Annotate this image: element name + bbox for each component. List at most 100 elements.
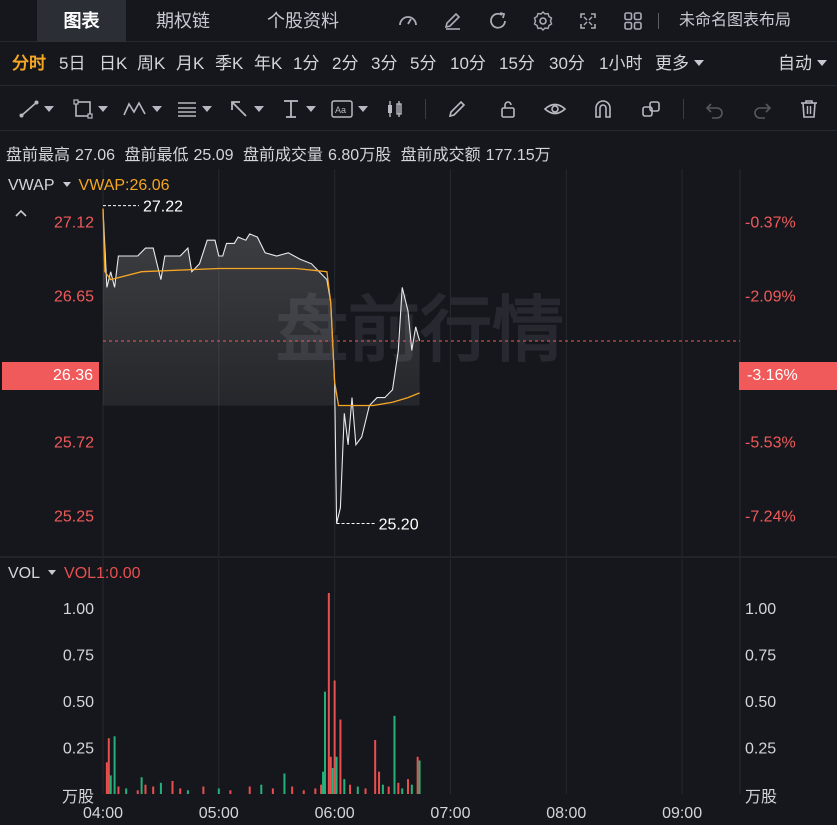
undo-icon bbox=[705, 103, 723, 119]
period-10min[interactable]: 10分 bbox=[450, 42, 486, 86]
period-more-dropdown[interactable]: 更多 bbox=[655, 42, 704, 86]
grid-layout-icon[interactable] bbox=[610, 0, 655, 42]
percent-axis-tick: -7.24% bbox=[745, 509, 796, 526]
premarket-volume-value: 6.80万股 bbox=[328, 147, 392, 164]
tab-option-chain[interactable]: 期权链 bbox=[138, 0, 228, 42]
chevron-down-icon bbox=[254, 106, 264, 112]
period-bar: 分时 5日 日K 周K 月K 季K 年K 1分 2分 3分 5分 10分 15分… bbox=[0, 42, 837, 86]
volume-bar bbox=[416, 756, 419, 794]
volume-bar bbox=[393, 715, 396, 794]
period-1hour[interactable]: 1小时 bbox=[599, 42, 642, 86]
undo-button[interactable] bbox=[704, 87, 726, 131]
edit-icon[interactable] bbox=[430, 0, 475, 42]
volume-bar bbox=[186, 790, 189, 794]
toolbar-divider bbox=[683, 99, 684, 119]
volume-axis-tick: 0.25 bbox=[63, 740, 94, 757]
chevron-down-icon bbox=[358, 106, 368, 112]
delete-drawings-button[interactable] bbox=[798, 87, 820, 131]
vwap-indicator-label[interactable]: VWAP VWAP:26.06 bbox=[8, 177, 170, 195]
period-5day[interactable]: 5日 bbox=[59, 42, 85, 86]
period-daily-k[interactable]: 日K bbox=[99, 42, 127, 86]
link-drawings-button[interactable] bbox=[640, 87, 662, 131]
chevron-down-icon bbox=[817, 60, 827, 66]
link-icon bbox=[642, 101, 660, 117]
volume-bar bbox=[302, 790, 305, 794]
volume-bar bbox=[314, 788, 317, 794]
gauge-icon[interactable] bbox=[385, 0, 430, 42]
period-15min[interactable]: 15分 bbox=[499, 42, 535, 86]
measure-icon bbox=[284, 100, 298, 118]
volume-bar bbox=[217, 788, 220, 794]
time-axis-label: 07:00 bbox=[430, 805, 470, 822]
magnet-button[interactable] bbox=[592, 87, 614, 131]
text-annotation-tool[interactable]: Aa bbox=[330, 87, 368, 131]
period-1min[interactable]: 1分 bbox=[293, 42, 319, 86]
volume-bar bbox=[248, 786, 251, 794]
trend-line-icon bbox=[19, 100, 39, 118]
volume-bar bbox=[260, 784, 263, 794]
tab-stock-profile[interactable]: 个股资料 bbox=[250, 0, 356, 42]
tab-chart[interactable]: 图表 bbox=[37, 0, 126, 42]
period-3min[interactable]: 3分 bbox=[371, 42, 397, 86]
volume-axis-tick-right: 0.75 bbox=[745, 647, 776, 664]
period-2min[interactable]: 2分 bbox=[332, 42, 358, 86]
pencil-tool[interactable] bbox=[446, 87, 468, 131]
eye-icon bbox=[543, 103, 567, 115]
volume-bar bbox=[335, 756, 338, 794]
current-change-tag: -3.16% bbox=[739, 362, 837, 390]
layout-name-button[interactable]: 未命名图表布局 bbox=[679, 0, 791, 42]
settings-icon[interactable] bbox=[520, 0, 565, 42]
price-axis-tick: 25.25 bbox=[54, 509, 94, 526]
wave-pattern-tool[interactable] bbox=[122, 87, 162, 131]
scale-auto-dropdown[interactable]: 自动 bbox=[778, 42, 827, 86]
volume-bar bbox=[136, 790, 139, 794]
volume-bar bbox=[349, 784, 352, 794]
redo-button[interactable] bbox=[751, 87, 773, 131]
low-marker-label: 25.20 bbox=[379, 517, 419, 534]
volume-bar bbox=[364, 788, 367, 794]
lock-drawings-button[interactable] bbox=[497, 87, 519, 131]
volume-axis-tick-right: 1.00 bbox=[745, 601, 776, 618]
pencil-icon bbox=[448, 100, 466, 118]
chevron-down-icon bbox=[694, 60, 704, 66]
fibonacci-tool[interactable] bbox=[176, 87, 212, 131]
toggle-visibility-button[interactable] bbox=[543, 87, 567, 131]
volume-bar bbox=[117, 786, 120, 794]
volume-bar bbox=[140, 777, 143, 794]
top-navigation: 图表 期权链 个股资料 未命名图表布局 bbox=[0, 0, 837, 42]
volume-bar bbox=[329, 756, 332, 794]
time-axis-label: 05:00 bbox=[199, 805, 239, 822]
volume-bar bbox=[179, 788, 182, 794]
volume-axis-tick: 0.75 bbox=[63, 647, 94, 664]
measure-tool[interactable] bbox=[280, 87, 316, 131]
refresh-icon[interactable] bbox=[475, 0, 520, 42]
volume-bar bbox=[159, 782, 162, 794]
collapse-chevron-up-icon[interactable] bbox=[14, 205, 28, 221]
percent-axis-tick: -0.37% bbox=[745, 214, 796, 231]
period-yearly-k[interactable]: 年K bbox=[254, 42, 282, 86]
candle-pattern-tool[interactable] bbox=[384, 87, 406, 131]
volume-axis-tick: 1.00 bbox=[63, 601, 94, 618]
time-axis-label: 09:00 bbox=[662, 805, 702, 822]
rectangle-icon bbox=[73, 99, 93, 119]
volume-bar bbox=[125, 788, 128, 794]
arrow-tool[interactable] bbox=[228, 87, 264, 131]
trend-line-tool[interactable] bbox=[18, 87, 54, 131]
period-intraday[interactable]: 分时 bbox=[12, 42, 46, 86]
chart-area[interactable]: 04:00 05:00 06:00 07:00 08:00 09:00 盘前行情 27.12-… bbox=[0, 169, 837, 825]
rectangle-tool[interactable] bbox=[72, 87, 108, 131]
volume-bar bbox=[406, 779, 409, 794]
period-monthly-k[interactable]: 月K bbox=[176, 42, 204, 86]
fullscreen-icon[interactable] bbox=[565, 0, 610, 42]
vol-indicator-label[interactable]: VOL VOL1:0.00 bbox=[8, 565, 141, 583]
text-annotation-icon: Aa bbox=[331, 100, 353, 118]
period-30min[interactable]: 30分 bbox=[549, 42, 585, 86]
volume-bar bbox=[418, 760, 421, 794]
volume-bar bbox=[410, 784, 413, 794]
period-quarterly-k[interactable]: 季K bbox=[215, 42, 243, 86]
period-5min[interactable]: 5分 bbox=[410, 42, 436, 86]
period-weekly-k[interactable]: 周K bbox=[137, 42, 165, 86]
intraday-chart[interactable]: 04:00 05:00 06:00 07:00 08:00 09:00盘前行情27.12-… bbox=[0, 169, 837, 825]
trash-icon bbox=[801, 100, 817, 118]
nav-icon-group bbox=[385, 0, 655, 42]
